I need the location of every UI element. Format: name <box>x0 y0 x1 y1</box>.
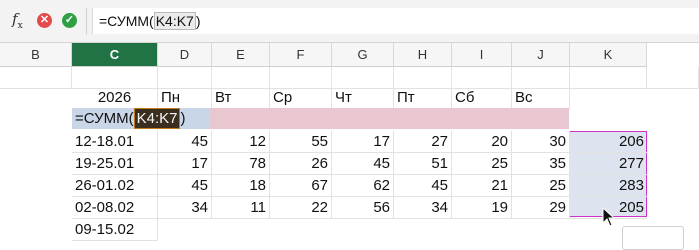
table-cell[interactable]: 25 <box>512 175 570 197</box>
table-cell[interactable]: 34 <box>158 197 212 219</box>
table-cell[interactable]: 29 <box>512 197 570 219</box>
column-header-c[interactable]: C <box>72 43 158 67</box>
table-cell[interactable]: 17 <box>332 131 394 153</box>
empty-cell[interactable] <box>452 67 512 89</box>
empty-cell[interactable] <box>72 67 158 89</box>
weekday-header[interactable]: Сб <box>452 87 512 109</box>
tooltip <box>622 226 684 250</box>
weekday-header[interactable]: Ср <box>270 87 332 109</box>
column-header-d[interactable]: D <box>158 43 212 67</box>
column-header-e[interactable]: E <box>212 43 270 67</box>
table-cell[interactable]: 19 <box>452 197 512 219</box>
empty-cell[interactable] <box>512 67 570 89</box>
week-label[interactable]: 02-08.02 <box>72 197 158 219</box>
empty-cell[interactable] <box>394 67 452 89</box>
table-cell[interactable]: 78 <box>212 153 270 175</box>
table-cell[interactable]: 20 <box>452 131 512 153</box>
sum-cell[interactable]: 283 <box>570 175 647 197</box>
table-cell[interactable]: 45 <box>158 131 212 153</box>
table-cell[interactable]: 18 <box>212 175 270 197</box>
table-cell[interactable]: 26 <box>270 153 332 175</box>
weekday-header[interactable]: Пн <box>158 87 212 109</box>
table-cell[interactable]: 45 <box>394 175 452 197</box>
weekday-header[interactable]: Пт <box>394 87 452 109</box>
year-cell[interactable]: 2026 <box>72 87 158 109</box>
weekday-header[interactable]: Вт <box>212 87 270 109</box>
empty-cell[interactable] <box>158 67 212 89</box>
empty-cell[interactable] <box>0 67 72 89</box>
column-header-j[interactable]: J <box>512 43 570 67</box>
weekday-header[interactable]: Чт <box>332 87 394 109</box>
in-cell-formula[interactable]: =СУММ(K4:K7) <box>75 108 185 129</box>
confirm-icon[interactable]: ✓ <box>62 13 77 28</box>
column-header-f[interactable]: F <box>270 43 332 67</box>
column-header-k[interactable]: K <box>570 43 647 67</box>
row-highlight <box>210 108 569 129</box>
sum-cell[interactable]: 206 <box>570 131 647 153</box>
table-cell[interactable]: 22 <box>270 197 332 219</box>
column-header-b[interactable]: B <box>0 43 72 67</box>
empty-cell[interactable] <box>647 67 699 89</box>
table-cell[interactable]: 12 <box>212 131 270 153</box>
empty-cell[interactable] <box>212 67 270 89</box>
table-cell[interactable]: 51 <box>394 153 452 175</box>
table-cell[interactable]: 56 <box>332 197 394 219</box>
table-cell[interactable]: 62 <box>332 175 394 197</box>
table-cell[interactable]: 21 <box>452 175 512 197</box>
formula-range-reference: K4:K7 <box>153 12 196 30</box>
week-label[interactable]: 09-15.02 <box>72 219 158 241</box>
in-cell-range-reference: K4:K7 <box>133 108 181 129</box>
formula-bar-divider <box>86 8 87 34</box>
table-cell[interactable]: 30 <box>512 131 570 153</box>
table-cell[interactable]: 27 <box>394 131 452 153</box>
empty-cell[interactable] <box>570 67 647 89</box>
week-label[interactable]: 12-18.01 <box>72 131 158 153</box>
table-cell[interactable]: 11 <box>212 197 270 219</box>
table-cell[interactable]: 34 <box>394 197 452 219</box>
table-cell[interactable]: 25 <box>452 153 512 175</box>
column-header-g[interactable]: G <box>332 43 394 67</box>
table-cell[interactable]: 45 <box>332 153 394 175</box>
table-cell[interactable]: 55 <box>270 131 332 153</box>
weekday-header[interactable]: Вс <box>512 87 570 109</box>
formula-text: =СУММ(K4:K7) <box>99 12 201 30</box>
cancel-icon[interactable]: ✕ <box>37 13 52 28</box>
table-cell[interactable]: 45 <box>158 175 212 197</box>
mouse-pointer-icon <box>602 207 616 227</box>
table-cell[interactable]: 17 <box>158 153 212 175</box>
column-header-h[interactable]: H <box>394 43 452 67</box>
week-label[interactable]: 19-25.01 <box>72 153 158 175</box>
table-cell[interactable]: 35 <box>512 153 570 175</box>
column-header-i[interactable]: I <box>452 43 512 67</box>
function-icon[interactable]: fx <box>12 10 23 31</box>
week-label[interactable]: 26-01.02 <box>72 175 158 197</box>
empty-cell[interactable] <box>332 67 394 89</box>
sum-cell[interactable]: 277 <box>570 153 647 175</box>
formula-input[interactable]: =СУММ(K4:K7) <box>92 8 699 34</box>
formula-bar: fx ✕ ✓ =СУММ(K4:K7) <box>0 0 699 43</box>
table-cell[interactable]: 67 <box>270 175 332 197</box>
empty-cell[interactable] <box>270 67 332 89</box>
